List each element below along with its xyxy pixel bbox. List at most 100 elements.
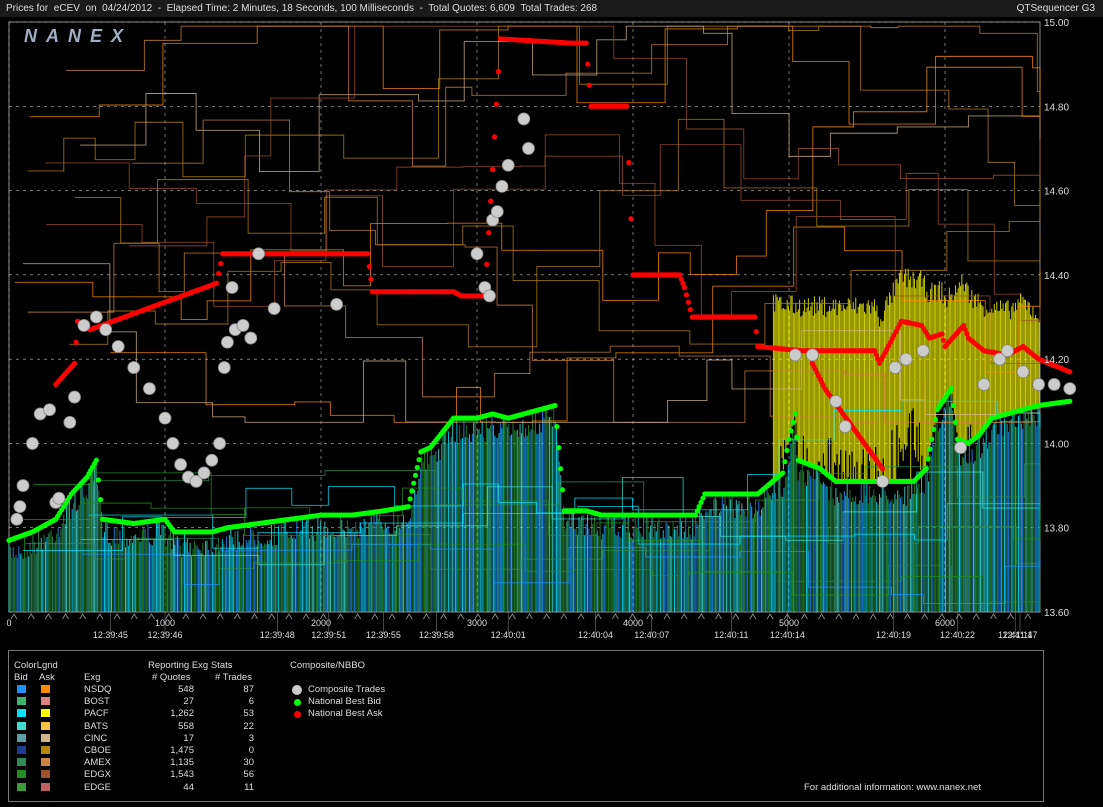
x-marker — [1024, 613, 1032, 620]
ask-swatch — [41, 746, 50, 754]
trade-point — [158, 411, 172, 425]
trade-point — [916, 344, 930, 358]
composite-swatch — [293, 710, 301, 718]
x-marker — [148, 613, 155, 620]
nbb-point — [412, 472, 419, 478]
x-marker — [543, 613, 551, 620]
trade-point — [1016, 365, 1030, 379]
x-marker — [577, 613, 585, 620]
x-marker — [697, 613, 705, 620]
composite-title: Composite/NBBO — [290, 660, 365, 671]
x-marker — [268, 613, 276, 620]
ask-swatch — [41, 697, 50, 706]
composite-swatch — [292, 685, 302, 695]
time-label: 12:39:55 — [366, 630, 401, 640]
trade-point — [1047, 378, 1061, 391]
trade-point — [205, 453, 219, 467]
nbo-point — [940, 337, 947, 343]
x-marker — [972, 613, 980, 620]
nbb-point — [794, 434, 800, 440]
y-tick-label: 14.00 — [1044, 439, 1069, 450]
trade-point — [166, 437, 180, 450]
bid-swatch — [17, 746, 26, 754]
bid-swatch — [17, 721, 26, 730]
nbo-point — [368, 276, 374, 282]
exchange-stats-title: Reporting Exg Stats — [148, 660, 233, 671]
x-marker — [302, 613, 310, 620]
nbo-point — [71, 360, 78, 366]
y-tick-label: 13.80 — [1044, 524, 1069, 535]
x-marker — [27, 613, 35, 620]
x-marker — [79, 613, 87, 620]
nbb-point — [95, 477, 102, 483]
x-marker — [45, 613, 52, 620]
ask-swatch — [41, 758, 50, 767]
nbb-point — [552, 402, 558, 409]
y-tick-label: 14.40 — [1044, 271, 1069, 282]
bid-swatch — [17, 758, 26, 767]
trade-point — [52, 491, 66, 505]
trade-point — [330, 297, 343, 311]
ask-swatch — [41, 709, 50, 718]
x-marker — [749, 613, 757, 620]
trade-point — [1032, 378, 1045, 391]
x-marker — [457, 613, 465, 620]
nbb-point — [792, 411, 798, 417]
nbo-point — [685, 299, 691, 305]
exchange-name: EDGX — [84, 769, 111, 781]
y-tick-label: 14.60 — [1044, 187, 1069, 198]
nbo-point — [752, 314, 758, 320]
x-marker — [440, 613, 447, 620]
trade-point — [954, 441, 967, 455]
x-marker — [818, 613, 825, 620]
exchange-name: EDGE — [84, 781, 111, 793]
trade-point — [225, 281, 239, 294]
x-marker — [801, 613, 808, 620]
nbb-point — [948, 386, 954, 392]
nbb-point — [554, 423, 560, 430]
trade-point — [788, 348, 802, 362]
trade-point — [142, 382, 156, 396]
x-marker — [354, 613, 362, 620]
trade-point — [495, 179, 509, 193]
time-label: 12:40:22 — [940, 630, 975, 640]
trade-point — [501, 158, 515, 172]
trade-point — [805, 348, 819, 362]
trade-count: 0 — [248, 745, 254, 756]
exchange-column-header: Exg — [84, 672, 101, 683]
quote-count: 44 — [183, 781, 194, 793]
ask-swatch — [41, 685, 50, 693]
x-marker — [766, 613, 774, 620]
trade-point — [197, 466, 211, 480]
colorlegend-title: ColorLgnd — [14, 660, 58, 671]
trade-point — [10, 512, 24, 526]
trades-column-header: # Trades — [215, 672, 252, 683]
x-tick-label: 4000 — [623, 618, 643, 628]
x-marker — [715, 613, 722, 620]
nbo-point — [215, 270, 222, 277]
x-marker — [508, 613, 516, 620]
nbo-point — [493, 101, 500, 107]
nbb-point — [784, 447, 790, 454]
nbb-point — [416, 457, 422, 463]
trade-point — [43, 403, 56, 417]
nbo-point — [586, 82, 592, 88]
nbo-point — [488, 198, 494, 204]
time-label: 12:40:07 — [634, 630, 669, 640]
quote-count: 1,475 — [170, 745, 194, 756]
x-marker — [216, 613, 224, 620]
exchange-name: BATS — [84, 720, 109, 732]
trade-point — [25, 437, 39, 450]
nbo-point — [73, 339, 79, 345]
quote-count: 548 — [178, 684, 194, 695]
ask-header: Ask — [39, 672, 55, 683]
trade-point — [217, 361, 231, 374]
nbo-point — [626, 159, 632, 166]
trade-point — [16, 479, 30, 492]
x-marker — [337, 613, 344, 620]
x-marker — [130, 613, 138, 620]
bid-swatch — [17, 782, 26, 791]
composite-label: National Best Ask — [308, 708, 383, 719]
x-marker — [491, 613, 499, 620]
nbb-point — [407, 496, 413, 502]
